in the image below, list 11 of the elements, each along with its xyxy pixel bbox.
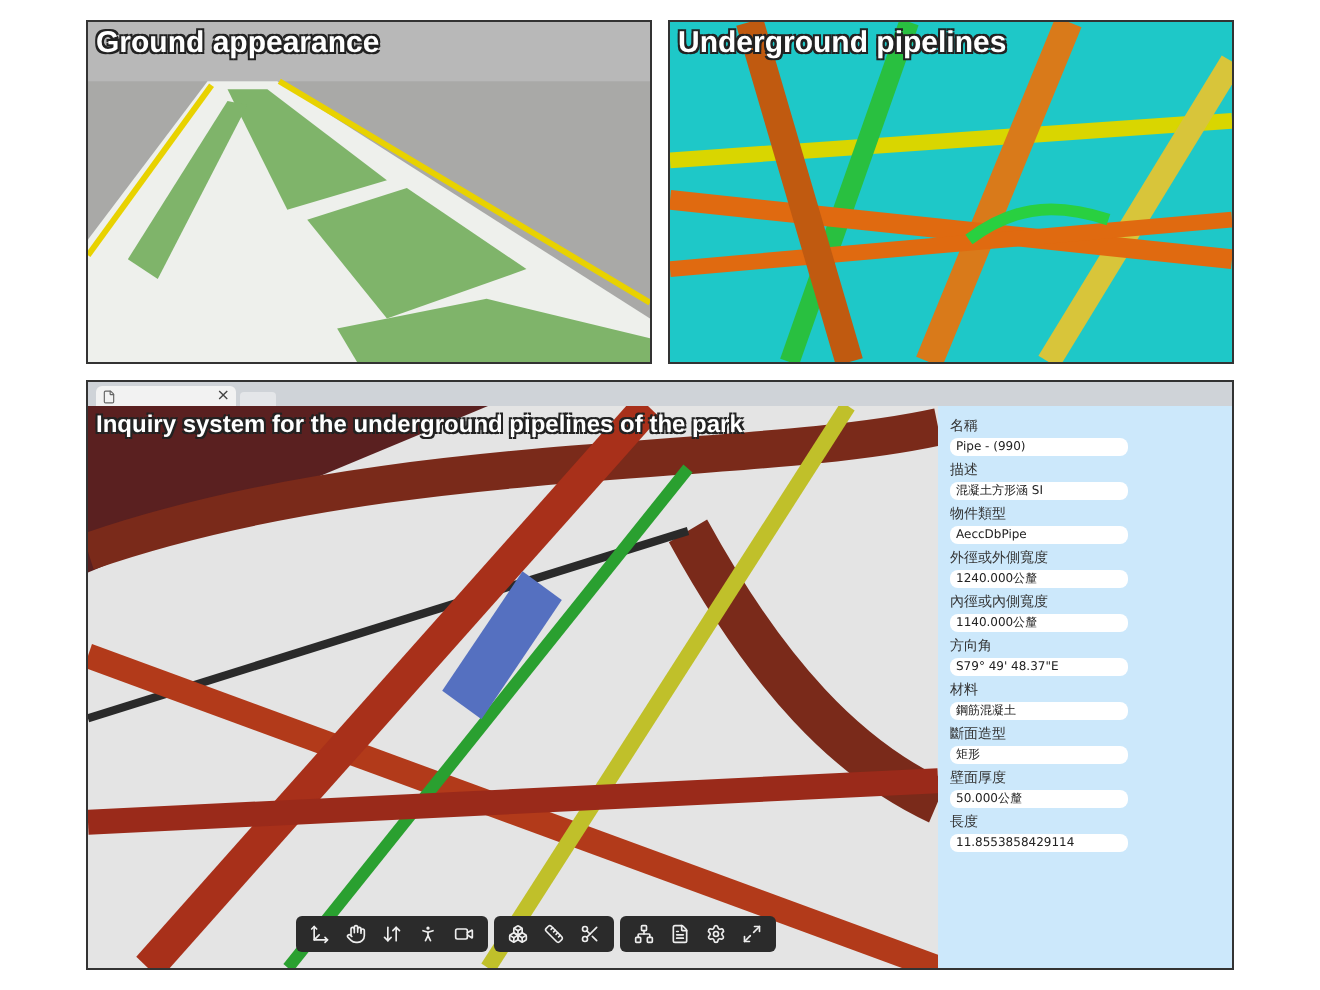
panel-caption: Ground appearance	[96, 26, 380, 60]
properties-icon[interactable]	[670, 924, 690, 944]
camera-icon[interactable]	[454, 924, 474, 944]
measure-icon[interactable]	[544, 924, 564, 944]
fullscreen-icon[interactable]	[742, 924, 762, 944]
browser-tab[interactable]: ×	[96, 386, 236, 406]
pan-icon[interactable]	[346, 924, 366, 944]
settings-icon[interactable]	[706, 924, 726, 944]
close-icon[interactable]: ×	[216, 388, 230, 404]
tree-icon[interactable]	[634, 924, 654, 944]
page-icon	[102, 389, 116, 403]
